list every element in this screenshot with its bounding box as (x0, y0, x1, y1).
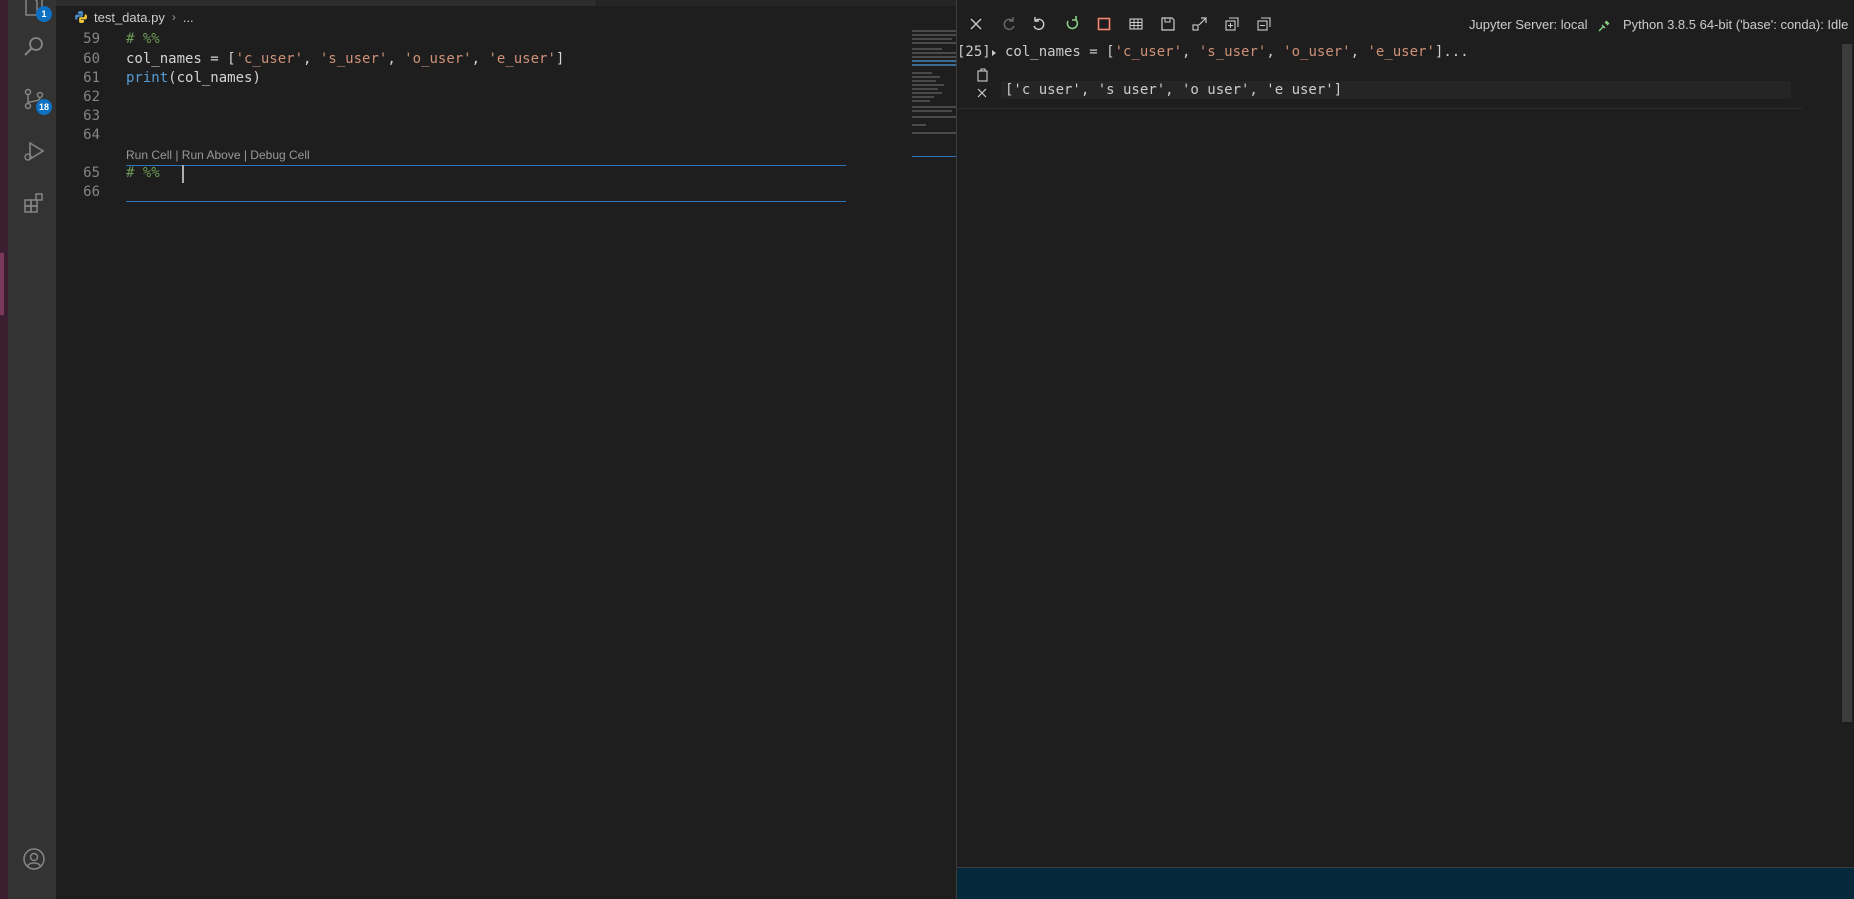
desktop-dock-strip (0, 0, 8, 899)
interactive-window: Jupyter Server: local Python 3.8.5 64-bi… (956, 0, 1854, 899)
kernel-status[interactable]: Python 3.8.5 64-bit ('base': conda): Idl… (1623, 17, 1848, 32)
copy-to-editor-icon[interactable] (975, 67, 991, 83)
extensions-icon[interactable] (22, 191, 46, 215)
interactive-input-box[interactable] (957, 867, 1854, 899)
line-code[interactable]: print(col_names) (126, 69, 261, 88)
code-token: , (1182, 44, 1199, 60)
codelens-run-cell[interactable]: Run Cell | Run Above | Debug Cell (126, 148, 310, 162)
line-number: 65 (83, 165, 100, 181)
variables-icon[interactable] (1127, 15, 1145, 33)
code-token: 's_user' (1198, 44, 1267, 60)
code-token: col_names = [ (1005, 44, 1115, 60)
expand-all-icon[interactable] (1223, 15, 1241, 33)
python-file-icon (75, 11, 87, 23)
tab-strip-segment[interactable] (306, 0, 447, 6)
code-token: # %% (126, 165, 160, 181)
code-token: , (1266, 44, 1284, 60)
connected-plug-icon (1598, 20, 1610, 32)
code-token: ]... (1434, 44, 1469, 60)
account-icon[interactable] (22, 847, 46, 871)
breadcrumb: test_data.py › ... (74, 6, 194, 28)
line-number: 60 (83, 51, 100, 67)
breadcrumb-separator: › (171, 10, 176, 24)
code-token: 'c_user' (1114, 44, 1183, 60)
code-token: col_names = [ (126, 51, 236, 67)
code-token: , (471, 51, 489, 67)
code-token: 'e_user' (488, 51, 556, 67)
clear-all-icon[interactable] (967, 15, 985, 33)
code-token: , (303, 51, 320, 67)
undo-icon[interactable] (1031, 15, 1049, 33)
cell-source[interactable]: col_names = ['c_user', 's_user', 'o_user… (1005, 44, 1469, 60)
scm-badge: 18 (36, 99, 52, 115)
code-token: 'c_user' (235, 51, 304, 67)
line-number: 62 (83, 89, 100, 105)
code-token: ] (555, 51, 565, 67)
code-token: (col_names) (168, 70, 261, 86)
execution-count: [25] (957, 44, 991, 60)
line-number: 66 (83, 184, 100, 200)
line-number: 59 (83, 31, 100, 47)
interactive-toolbar: Jupyter Server: local Python 3.8.5 64-bi… (957, 0, 1854, 50)
cell-top-border (126, 165, 846, 166)
line-code[interactable]: col_names = ['c_user', 's_user', 'o_user… (126, 50, 564, 69)
expand-cell-icon[interactable] (990, 49, 998, 57)
tab-strip-segment[interactable] (446, 0, 597, 6)
redo-icon[interactable] (999, 15, 1017, 33)
code-token: print (126, 70, 169, 86)
save-icon[interactable] (1159, 15, 1177, 33)
line-number: 63 (83, 108, 100, 124)
cell-separator (957, 108, 1802, 109)
run-debug-icon[interactable] (22, 139, 46, 163)
code-token: 'o_user' (1283, 44, 1351, 60)
source-control-icon[interactable]: 18 (22, 87, 52, 115)
line-code[interactable]: # %% (126, 30, 160, 49)
breadcrumb-file[interactable]: test_data.py (94, 10, 165, 25)
code-token: , (387, 51, 405, 67)
dock-active-indicator (0, 253, 4, 315)
restart-kernel-icon[interactable] (1063, 15, 1081, 33)
line-number: 61 (83, 70, 100, 86)
interactive-scrollbar[interactable] (1842, 44, 1852, 722)
code-editor[interactable]: test_data.py › ... 59 # %% 60 col_names = [… (56, 0, 1012, 899)
cell-output: ['c user', 's user', 'o user', 'e user'] (1001, 81, 1791, 99)
code-token: , (1350, 44, 1368, 60)
cell-bottom-border (126, 201, 846, 202)
interrupt-kernel-icon[interactable] (1095, 15, 1113, 33)
activity-bar: 1 18 (8, 0, 56, 899)
code-token: 'o_user' (404, 51, 472, 67)
jupyter-server-status[interactable]: Jupyter Server: local (1469, 17, 1588, 32)
code-token: 'e_user' (1367, 44, 1435, 60)
breadcrumb-more[interactable]: ... (183, 10, 194, 25)
delete-cell-icon[interactable] (975, 86, 989, 100)
explorer-badge: 1 (36, 6, 52, 22)
explorer-icon[interactable]: 1 (22, 0, 52, 22)
code-token: # %% (126, 31, 160, 47)
line-code[interactable]: # %% (126, 164, 160, 183)
text-cursor (182, 165, 184, 183)
tab-strip-segment[interactable] (176, 0, 307, 6)
search-icon[interactable] (22, 34, 46, 58)
collapse-all-icon[interactable] (1255, 15, 1273, 33)
export-icon[interactable] (1191, 15, 1209, 33)
code-token: 's_user' (319, 51, 388, 67)
line-number: 64 (83, 127, 100, 143)
